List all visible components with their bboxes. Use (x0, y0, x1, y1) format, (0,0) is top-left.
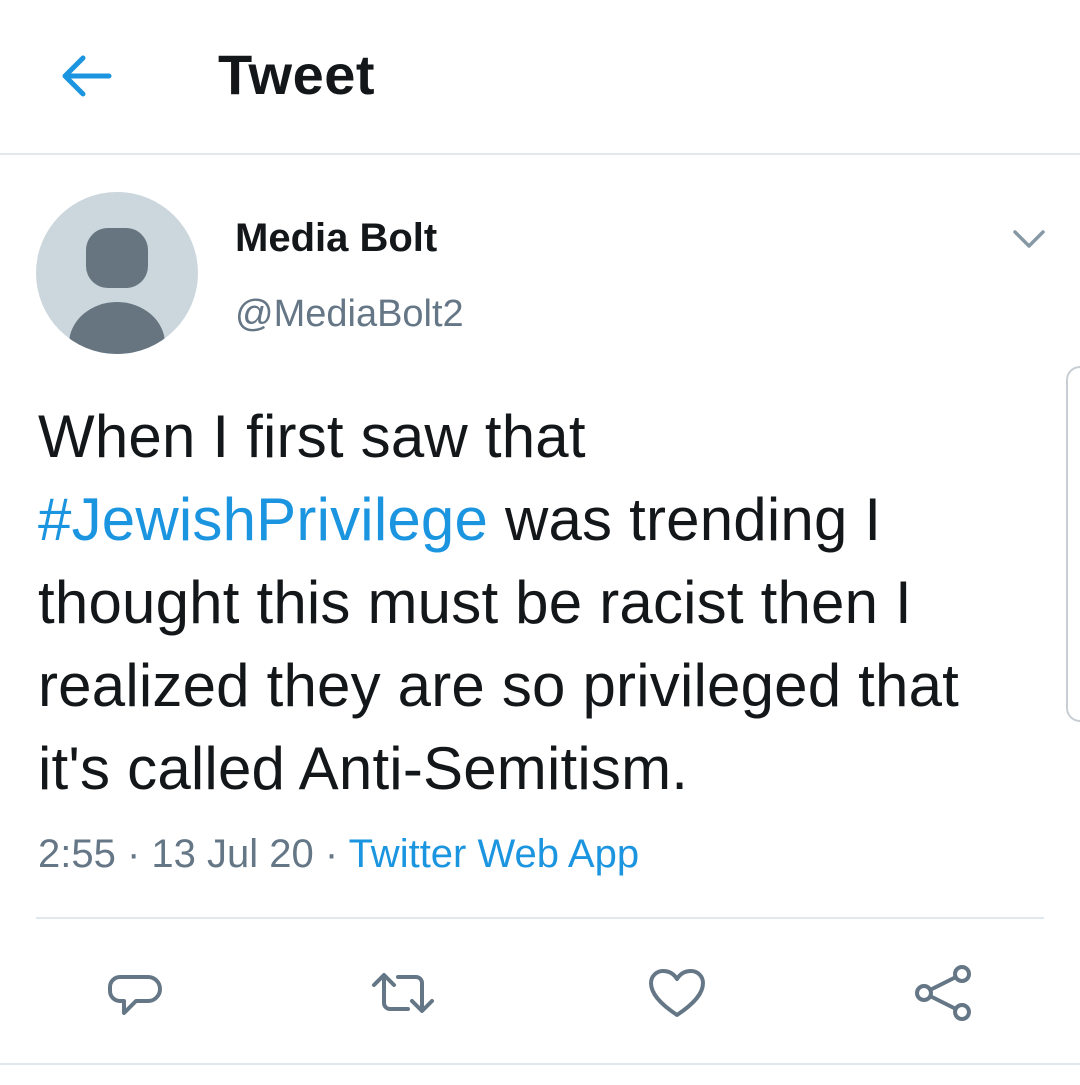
meta-separator: · (313, 832, 349, 876)
tweet-time: 2:55 (38, 832, 116, 876)
more-options-button[interactable] (1006, 216, 1052, 262)
tweet-date: 13 Jul 20 (151, 832, 314, 876)
tweet-source-link[interactable]: Twitter Web App (349, 832, 640, 876)
like-button[interactable] (644, 960, 710, 1026)
author-name[interactable]: Media Bolt (235, 212, 437, 264)
tweet-body: When I first saw that #JewishPrivilege w… (38, 395, 1048, 810)
retweet-button[interactable] (370, 960, 436, 1026)
tweet-text-start: When I first saw that (38, 403, 586, 470)
like-icon (649, 969, 705, 1017)
page-title: Tweet (218, 43, 376, 106)
meta-separator: · (115, 832, 152, 876)
tweet-meta: 2:55 · 13 Jul 20 · Twitter Web App (38, 826, 639, 882)
back-button[interactable] (54, 44, 118, 108)
author-handle[interactable]: @MediaBolt2 (235, 288, 464, 340)
share-button[interactable] (910, 960, 976, 1026)
arrow-left-icon (62, 55, 112, 97)
reply-button[interactable] (103, 960, 169, 1026)
top-bar: Tweet (0, 0, 1080, 155)
chevron-down-icon (1013, 230, 1045, 248)
share-icon (915, 965, 971, 1021)
edge-panel-handle[interactable] (1066, 366, 1080, 722)
avatar[interactable] (36, 192, 198, 354)
reply-icon (108, 975, 162, 1015)
retweet-icon (372, 973, 434, 1013)
hashtag-link[interactable]: #JewishPrivilege (38, 486, 488, 553)
divider (0, 1063, 1080, 1065)
divider (36, 917, 1044, 919)
tweet-detail-screen: Tweet Media Bolt @MediaBolt2 When I firs… (0, 0, 1080, 1085)
default-avatar-icon (69, 228, 165, 354)
